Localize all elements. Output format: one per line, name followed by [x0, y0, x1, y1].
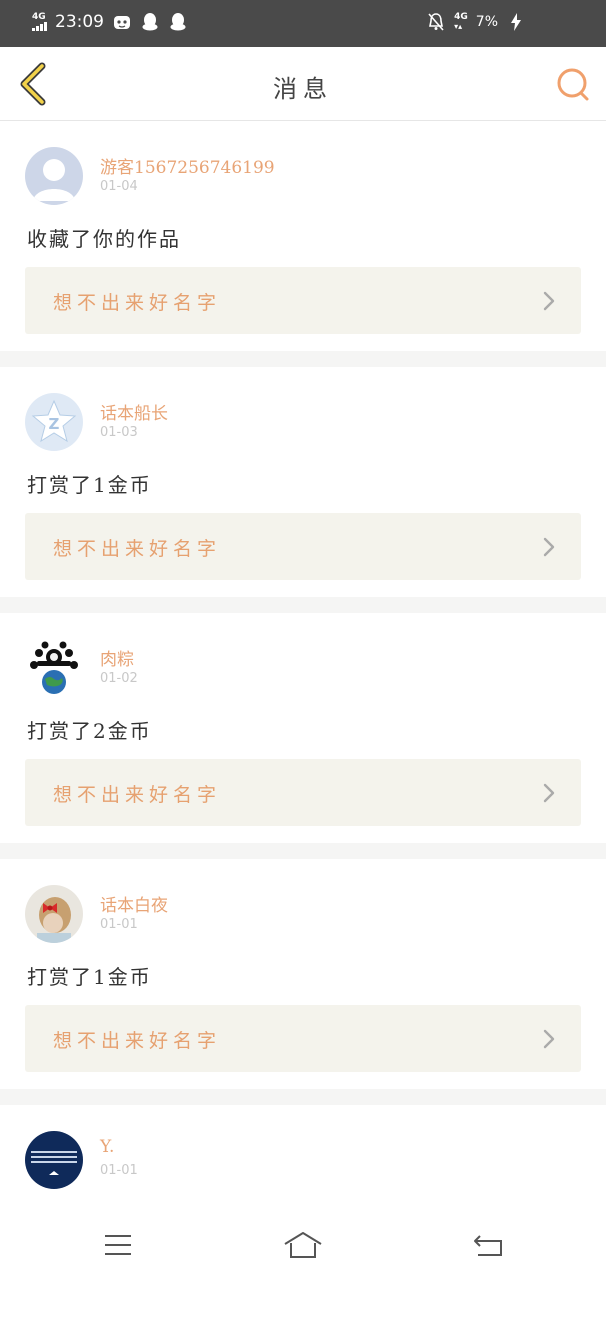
system-navigation-bar	[0, 1210, 606, 1280]
username[interactable]: 游客15672567461​99	[100, 153, 275, 178]
chevron-right-icon	[543, 783, 555, 803]
dark-blue-stripes-icon	[31, 1151, 77, 1175]
work-link[interactable]: 想不出来好名字	[25, 513, 581, 580]
message-list: 游客15672567461​99 01-04 收藏了你的作品 想不出来好名字 Z…	[0, 121, 606, 1335]
chevron-right-icon	[543, 291, 555, 311]
return-icon	[474, 1235, 502, 1256]
username[interactable]: 话本白夜	[100, 891, 168, 916]
charging-icon	[506, 12, 526, 32]
chevron-right-icon	[543, 537, 555, 557]
menu-button[interactable]	[98, 1228, 138, 1262]
work-link[interactable]: 想不出来好名字	[25, 1005, 581, 1072]
avatar[interactable]	[25, 885, 83, 943]
muted-bell-icon	[426, 12, 446, 32]
message-item: Z 话本船长 01-03 打赏了1金币 想不出来好名字	[0, 367, 606, 597]
message-action: 打赏了1金币	[27, 965, 152, 989]
status-bar: 4G 23:09 4G ▾▴ 7%	[0, 0, 606, 47]
separator	[0, 351, 606, 367]
qq-icon	[140, 12, 160, 32]
network-type-left: 4G	[32, 12, 46, 22]
avatar[interactable]	[25, 147, 83, 205]
separator	[0, 1089, 606, 1105]
message-date: 01-03	[100, 425, 138, 440]
username[interactable]: 肉粽	[100, 645, 134, 670]
message-item: 肉粽 01-02 打赏了2金币 想不出来好名字	[0, 613, 606, 843]
avatar[interactable]	[25, 1131, 83, 1189]
header: 消息	[0, 47, 606, 121]
work-title: 想不出来好名字	[53, 538, 222, 560]
message-date: 01-01	[100, 1163, 138, 1178]
work-title: 想不出来好名字	[53, 784, 222, 806]
work-link[interactable]: 想不出来好名字	[25, 267, 581, 334]
earth-bears-icon	[30, 641, 78, 694]
qzone-star-icon: Z	[31, 399, 77, 443]
work-title: 想不出来好名字	[53, 292, 222, 314]
work-title: 想不出来好名字	[53, 1030, 222, 1052]
message-item: 游客15672567461​99 01-04 收藏了你的作品 想不出来好名字	[0, 121, 606, 351]
message-date: 01-04	[100, 179, 138, 194]
avatar[interactable]	[25, 639, 83, 697]
search-button[interactable]	[554, 65, 592, 103]
avatar[interactable]: Z	[25, 393, 83, 451]
battery-level: 7%	[475, 14, 498, 30]
cat-app-icon	[112, 12, 132, 32]
message-date: 01-01	[100, 917, 138, 932]
username[interactable]: Y.	[100, 1137, 114, 1157]
separator	[0, 597, 606, 613]
separator	[0, 843, 606, 859]
search-icon	[557, 68, 589, 101]
message-action: 收藏了你的作品	[27, 227, 181, 251]
svg-text:Z: Z	[49, 415, 60, 433]
default-person-icon	[33, 159, 75, 201]
username[interactable]: 话本船长	[100, 399, 168, 424]
signal-indicator: 4G	[32, 13, 47, 31]
chevron-right-icon	[543, 1029, 555, 1049]
home-icon	[284, 1232, 322, 1258]
qq-icon-2	[168, 12, 188, 32]
home-button[interactable]	[283, 1228, 323, 1262]
clock-time: 23:09	[55, 12, 104, 32]
network-indicator-right: 4G ▾▴	[454, 12, 468, 32]
signal-bars-icon	[32, 22, 47, 31]
work-link[interactable]: 想不出来好名字	[25, 759, 581, 826]
page-title: 消息	[273, 75, 333, 103]
message-action: 打赏了2金币	[27, 719, 152, 743]
message-date: 01-02	[100, 671, 138, 686]
girl-red-bow-icon	[37, 897, 71, 943]
message-action: 打赏了1金币	[27, 473, 152, 497]
back-nav-button[interactable]	[468, 1228, 508, 1262]
message-item: 话本白夜 01-01 打赏了1金币 想不出来好名字	[0, 859, 606, 1089]
menu-icon	[105, 1235, 131, 1255]
